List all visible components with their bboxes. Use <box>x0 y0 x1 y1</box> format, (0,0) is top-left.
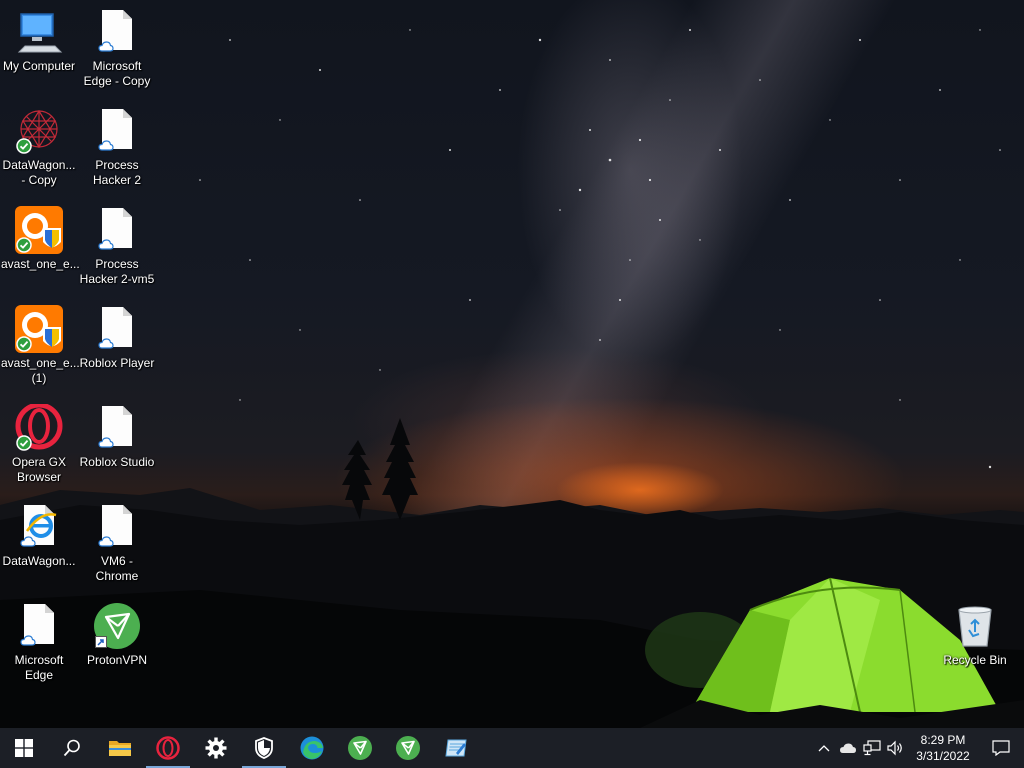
opera-gx-icon <box>15 402 63 452</box>
desktop-icon-label: Recycle Bin <box>943 653 1007 667</box>
cloud-sync-icon <box>98 338 114 349</box>
cloud-sync-icon <box>20 635 36 646</box>
opera-gx-icon <box>156 736 180 760</box>
desktop-icon-opera-gx[interactable]: Opera GX Browser <box>0 402 78 485</box>
desktop-icon-label: Process Hacker 2 <box>92 158 142 187</box>
system-tray: 8:29 PM 3/31/2022 <box>812 728 1024 768</box>
taskbar-microsoft-edge[interactable] <box>288 728 336 768</box>
action-center-button[interactable] <box>978 728 1024 768</box>
protonvpn-icon <box>396 736 420 760</box>
windows-security-shield-icon <box>255 737 273 759</box>
desktop-icon-label: avast_one_e... (1) <box>1 356 80 385</box>
desktop-icon-datawagon[interactable]: DataWagon... <box>0 503 78 569</box>
avast-installer-icon <box>15 305 63 353</box>
desktop-icon-label: avast_one_e... <box>1 257 80 271</box>
desktop-icon-datawagon-copy[interactable]: DataWagon... - Copy <box>0 107 78 188</box>
blank-file-icon <box>15 602 63 650</box>
file-explorer-icon <box>109 741 131 756</box>
notepad-icon <box>445 739 467 757</box>
desktop-icon-avast-one[interactable]: avast_one_e... <box>0 206 80 272</box>
blank-file-icon <box>93 107 141 155</box>
desktop-icon-label: Opera GX Browser <box>11 455 67 484</box>
cloud-sync-icon <box>98 239 114 250</box>
desktop-icon-roblox-player[interactable]: Roblox Player <box>78 305 156 371</box>
desktop-icon-microsoft-edge-copy[interactable]: Microsoft Edge - Copy <box>78 8 156 89</box>
taskbar-protonvpn[interactable] <box>336 728 384 768</box>
windows-logo-icon <box>15 739 33 757</box>
desktop-icon-process-hacker-2-vm5[interactable]: Process Hacker 2-vm5 <box>78 206 156 287</box>
sync-check-icon <box>16 138 32 154</box>
onedrive-cloud-icon <box>840 743 856 753</box>
avast-installer-icon <box>15 206 63 254</box>
taskbar-settings[interactable] <box>192 728 240 768</box>
search-button[interactable] <box>48 728 96 768</box>
taskbar: 8:29 PM 3/31/2022 <box>0 728 1024 768</box>
protonvpn-icon <box>93 602 141 650</box>
desktop-icon-process-hacker-2[interactable]: Process Hacker 2 <box>78 107 156 188</box>
clock-date: 3/31/2022 <box>916 749 970 763</box>
blank-file-icon <box>93 8 141 56</box>
desktop-icon-roblox-studio[interactable]: Roblox Studio <box>78 404 156 470</box>
notification-icon <box>992 740 1010 756</box>
recycle-bin-icon <box>951 602 999 650</box>
tray-onedrive[interactable] <box>836 728 860 768</box>
taskbar-protonvpn-2[interactable] <box>384 728 432 768</box>
start-button[interactable] <box>0 728 48 768</box>
show-hidden-icons-button[interactable] <box>812 728 836 768</box>
desktop-icon-microsoft-edge[interactable]: Microsoft Edge <box>0 602 78 683</box>
cloud-sync-icon <box>98 536 114 547</box>
desktop-icon-label: My Computer <box>2 59 76 73</box>
desktop-icon-label: Process Hacker 2-vm5 <box>79 257 155 286</box>
cloud-sync-icon <box>98 437 114 448</box>
taskbar-notepad[interactable] <box>432 728 480 768</box>
blank-file-icon <box>93 206 141 254</box>
sync-check-icon <box>16 336 32 352</box>
taskbar-clock[interactable]: 8:29 PM 3/31/2022 <box>908 732 978 764</box>
settings-gear-icon <box>205 737 227 759</box>
chevron-up-icon <box>818 745 830 752</box>
desktop-icon-recycle-bin[interactable]: Recycle Bin <box>936 602 1014 668</box>
cloud-sync-icon <box>20 536 36 547</box>
cloud-sync-icon <box>98 41 114 52</box>
desktop-icon-label: ProtonVPN <box>86 653 148 667</box>
cloud-sync-icon <box>98 140 114 151</box>
speaker-volume-icon <box>887 740 902 756</box>
desktop-icon-label: VM6 - Chrome <box>95 554 139 583</box>
desktop-icon-label: Roblox Studio <box>79 455 155 469</box>
desktop-icon-label: Microsoft Edge <box>14 653 64 682</box>
desktop-icon-label: Microsoft Edge - Copy <box>83 59 151 88</box>
desktop-icon-label: DataWagon... - Copy <box>2 158 76 187</box>
desktop-icon-protonvpn[interactable]: ProtonVPN <box>78 602 156 668</box>
desktop-icon-vm6-chrome[interactable]: VM6 - Chrome <box>78 503 156 584</box>
tray-network[interactable] <box>860 728 884 768</box>
protonvpn-icon <box>348 736 372 760</box>
sync-check-icon <box>16 435 32 451</box>
sync-check-icon <box>16 237 32 253</box>
blank-file-icon <box>93 404 141 452</box>
blank-file-icon <box>93 305 141 353</box>
network-wired-icon <box>863 740 881 756</box>
taskbar-opera-gx[interactable] <box>144 728 192 768</box>
search-icon <box>63 739 80 757</box>
internet-explorer-file-icon <box>15 503 63 551</box>
datawagon-mandala-icon <box>15 107 63 155</box>
taskbar-windows-security[interactable] <box>240 728 288 768</box>
desktop-icon-my-computer[interactable]: My Computer <box>0 8 78 74</box>
blank-file-icon <box>93 503 141 551</box>
desktop-icon-label: Roblox Player <box>79 356 155 370</box>
shortcut-arrow-icon <box>95 636 107 648</box>
taskbar-file-explorer[interactable] <box>96 728 144 768</box>
desktop-icon-label: DataWagon... <box>2 554 76 568</box>
computer-monitor-icon <box>15 8 63 56</box>
microsoft-edge-icon <box>300 736 324 760</box>
desktop-icon-avast-one-1[interactable]: avast_one_e... (1) <box>0 305 80 386</box>
clock-time: 8:29 PM <box>920 733 966 747</box>
tray-volume[interactable] <box>884 728 908 768</box>
